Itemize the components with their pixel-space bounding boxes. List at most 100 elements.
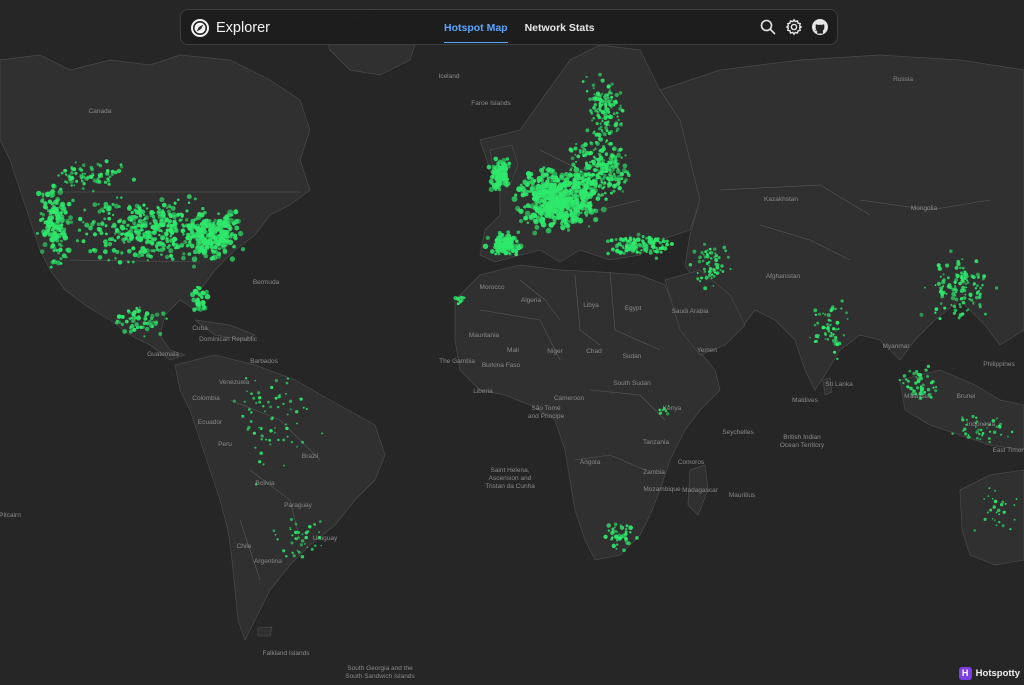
- hotspot-marker[interactable]: [200, 302, 205, 306]
- hotspot-marker[interactable]: [609, 105, 613, 109]
- hotspot-marker[interactable]: [500, 166, 503, 170]
- hotspot-marker[interactable]: [610, 530, 615, 536]
- hotspot-marker[interactable]: [697, 259, 702, 264]
- hotspot-marker[interactable]: [834, 328, 838, 331]
- hotspot-marker[interactable]: [726, 255, 730, 259]
- hotspot-marker[interactable]: [552, 193, 556, 197]
- hotspot-marker[interactable]: [155, 321, 158, 325]
- hotspot-marker[interactable]: [506, 245, 511, 250]
- hotspot-marker[interactable]: [658, 246, 663, 251]
- hotspot-marker[interactable]: [610, 537, 614, 541]
- hotspot-marker[interactable]: [107, 182, 111, 186]
- hotspot-marker[interactable]: [282, 403, 285, 405]
- hotspot-marker[interactable]: [833, 341, 838, 346]
- hotspot-marker[interactable]: [578, 189, 583, 194]
- hotspot-marker[interactable]: [299, 543, 304, 547]
- hotspot-marker[interactable]: [124, 319, 129, 324]
- hotspot-marker[interactable]: [42, 204, 48, 210]
- hotspot-marker[interactable]: [252, 396, 256, 400]
- hotspot-marker[interactable]: [641, 239, 644, 242]
- hotspot-marker[interactable]: [120, 225, 126, 231]
- hotspot-marker[interactable]: [85, 232, 89, 236]
- hotspot-marker[interactable]: [613, 526, 616, 529]
- hotspot-marker[interactable]: [289, 528, 292, 531]
- hotspot-marker[interactable]: [117, 205, 121, 209]
- hotspot-marker[interactable]: [665, 242, 669, 247]
- hotspot-marker[interactable]: [612, 172, 616, 176]
- hotspot-marker[interactable]: [185, 209, 189, 213]
- hotspot-marker[interactable]: [973, 529, 976, 532]
- hotspot-marker[interactable]: [204, 222, 211, 229]
- hotspot-marker[interactable]: [258, 426, 261, 429]
- hotspot-marker[interactable]: [135, 306, 139, 310]
- hotspot-marker[interactable]: [75, 179, 79, 183]
- hotspot-marker[interactable]: [197, 306, 203, 312]
- hotspot-marker[interactable]: [560, 191, 564, 195]
- hotspot-marker[interactable]: [959, 297, 964, 301]
- hotspot-marker[interactable]: [105, 169, 110, 173]
- hotspot-marker[interactable]: [991, 498, 994, 500]
- hotspot-marker[interactable]: [296, 549, 299, 552]
- hotspot-marker[interactable]: [603, 170, 607, 174]
- hotspot-marker[interactable]: [175, 212, 181, 218]
- hotspot-marker[interactable]: [814, 313, 818, 317]
- hotspot-marker[interactable]: [495, 248, 500, 253]
- hotspot-marker[interactable]: [704, 275, 709, 280]
- hotspot-marker[interactable]: [66, 201, 72, 207]
- hotspot-marker[interactable]: [55, 249, 59, 252]
- hotspot-marker[interactable]: [698, 255, 702, 260]
- hotspot-marker[interactable]: [274, 533, 277, 536]
- hotspot-marker[interactable]: [149, 210, 154, 215]
- hotspot-marker[interactable]: [89, 174, 94, 180]
- hotspot-marker[interactable]: [948, 285, 953, 290]
- hotspot-marker[interactable]: [636, 237, 641, 242]
- hotspot-marker[interactable]: [1002, 510, 1006, 514]
- hotspot-marker[interactable]: [228, 234, 233, 239]
- hotspot-marker[interactable]: [964, 432, 968, 436]
- hotspot-marker[interactable]: [73, 184, 76, 187]
- hotspot-marker[interactable]: [937, 266, 942, 271]
- hotspot-marker[interactable]: [613, 103, 616, 107]
- hotspot-marker[interactable]: [313, 522, 317, 526]
- hotspot-marker[interactable]: [995, 425, 999, 429]
- hotspot-marker[interactable]: [154, 244, 159, 248]
- hotspot-marker[interactable]: [597, 137, 601, 141]
- hotspot-marker[interactable]: [170, 231, 174, 235]
- hotspot-marker[interactable]: [998, 520, 1001, 524]
- hotspot-marker[interactable]: [213, 218, 217, 223]
- hotspot-marker[interactable]: [120, 251, 124, 255]
- hotspot-marker[interactable]: [564, 172, 569, 177]
- hotspot-marker[interactable]: [516, 230, 521, 235]
- hotspot-marker[interactable]: [641, 235, 645, 239]
- hotspot-marker[interactable]: [607, 101, 610, 104]
- hotspot-marker[interactable]: [504, 179, 509, 183]
- hotspot-marker[interactable]: [63, 168, 67, 173]
- tab-network-stats[interactable]: Network Stats: [525, 10, 595, 46]
- hotspot-marker[interactable]: [982, 274, 987, 279]
- hotspot-marker[interactable]: [579, 170, 582, 173]
- hotspot-marker[interactable]: [588, 161, 592, 164]
- hotspot-marker[interactable]: [583, 192, 587, 195]
- hotspot-marker[interactable]: [919, 385, 923, 388]
- hotspot-marker[interactable]: [585, 89, 589, 93]
- hotspot-marker[interactable]: [260, 437, 263, 441]
- hotspot-marker[interactable]: [957, 262, 961, 266]
- hotspot-marker[interactable]: [319, 520, 322, 523]
- hotspot-marker[interactable]: [566, 228, 571, 232]
- hotspot-marker[interactable]: [600, 149, 605, 153]
- hotspot-marker[interactable]: [1004, 502, 1007, 505]
- hotspot-marker[interactable]: [638, 243, 643, 248]
- hotspot-marker[interactable]: [104, 224, 108, 228]
- hotspot-marker[interactable]: [176, 198, 180, 202]
- hotspot-marker[interactable]: [574, 160, 578, 163]
- hotspot-marker[interactable]: [961, 300, 966, 305]
- hotspot-marker[interactable]: [614, 243, 619, 249]
- hotspot-marker[interactable]: [127, 216, 132, 222]
- hotspot-marker[interactable]: [618, 250, 623, 255]
- hotspot-marker[interactable]: [51, 215, 55, 219]
- hotspot-marker[interactable]: [138, 250, 142, 254]
- hotspot-marker[interactable]: [615, 547, 618, 550]
- hotspot-marker[interactable]: [988, 430, 992, 433]
- hotspot-marker[interactable]: [700, 250, 704, 255]
- hotspot-marker[interactable]: [80, 177, 83, 180]
